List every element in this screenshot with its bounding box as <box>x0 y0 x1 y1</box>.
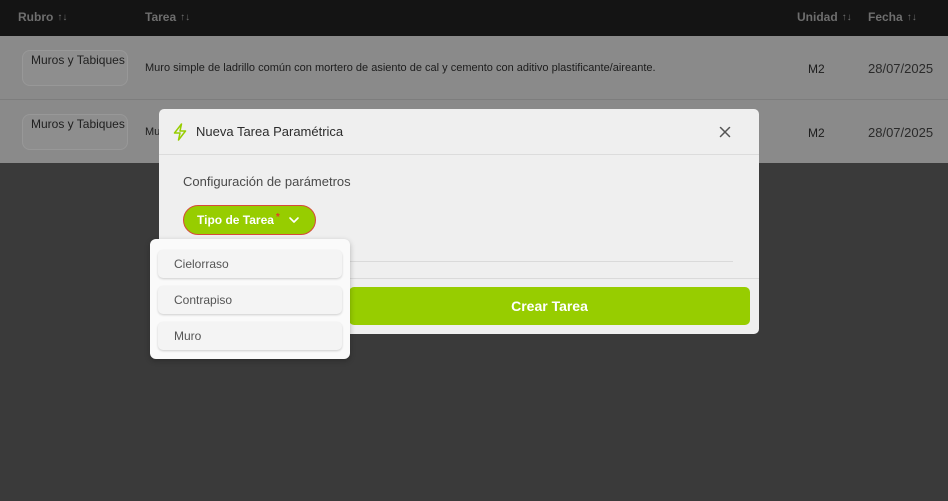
column-header-tarea[interactable]: Tarea ↑↓ <box>145 10 190 24</box>
column-label-rubro: Rubro <box>18 10 54 24</box>
dropdown-option-muro[interactable]: Muro <box>158 322 342 350</box>
column-header-unidad[interactable]: Unidad ↑↓ <box>797 10 852 24</box>
chevron-down-icon <box>289 217 299 223</box>
column-header-rubro[interactable]: Rubro ↑↓ <box>18 10 67 24</box>
lightning-bolt-icon <box>173 123 187 141</box>
close-icon[interactable] <box>719 126 731 138</box>
sort-icon: ↑↓ <box>906 11 917 23</box>
column-label-unidad: Unidad <box>797 10 838 24</box>
unidad-cell: M2 <box>808 126 825 140</box>
rubro-chip: Muros y Tabiques <box>22 114 128 150</box>
sort-icon: ↑↓ <box>180 11 191 23</box>
dropdown-option-contrapiso[interactable]: Contrapiso <box>158 286 342 314</box>
sort-icon: ↑↓ <box>841 11 852 23</box>
column-label-tarea: Tarea <box>145 10 177 24</box>
fecha-cell: 28/07/2025 <box>868 61 934 76</box>
tipo-de-tarea-select[interactable]: Tipo de Tarea * <box>183 205 316 235</box>
table-row[interactable]: Muros y Tabiques Muro simple de ladrillo… <box>0 36 948 100</box>
tipo-de-tarea-dropdown: Cielorraso Contrapiso Muro <box>150 239 350 359</box>
column-header-fecha[interactable]: Fecha ↑↓ <box>868 10 917 24</box>
sort-icon: ↑↓ <box>57 11 68 23</box>
modal-title: Nueva Tarea Paramétrica <box>196 124 344 139</box>
tarea-cell: Mu <box>145 126 161 138</box>
required-marker: * <box>275 211 280 223</box>
tipo-de-tarea-label: Tipo de Tarea <box>197 213 274 227</box>
crear-tarea-button[interactable]: Crear Tarea <box>349 287 750 325</box>
rubro-chip: Muros y Tabiques <box>22 50 128 86</box>
dropdown-option-cielorraso[interactable]: Cielorraso <box>158 250 342 278</box>
unidad-cell: M2 <box>808 62 825 76</box>
table-header: Rubro ↑↓ Tarea ↑↓ Unidad ↑↓ Fecha ↑↓ <box>0 0 948 36</box>
tarea-cell: Muro simple de ladrillo común con morter… <box>145 62 656 74</box>
fecha-cell: 28/07/2025 <box>868 125 934 140</box>
section-title: Configuración de parámetros <box>183 174 351 189</box>
modal-header: Nueva Tarea Paramétrica <box>159 109 759 155</box>
column-label-fecha: Fecha <box>868 10 903 24</box>
